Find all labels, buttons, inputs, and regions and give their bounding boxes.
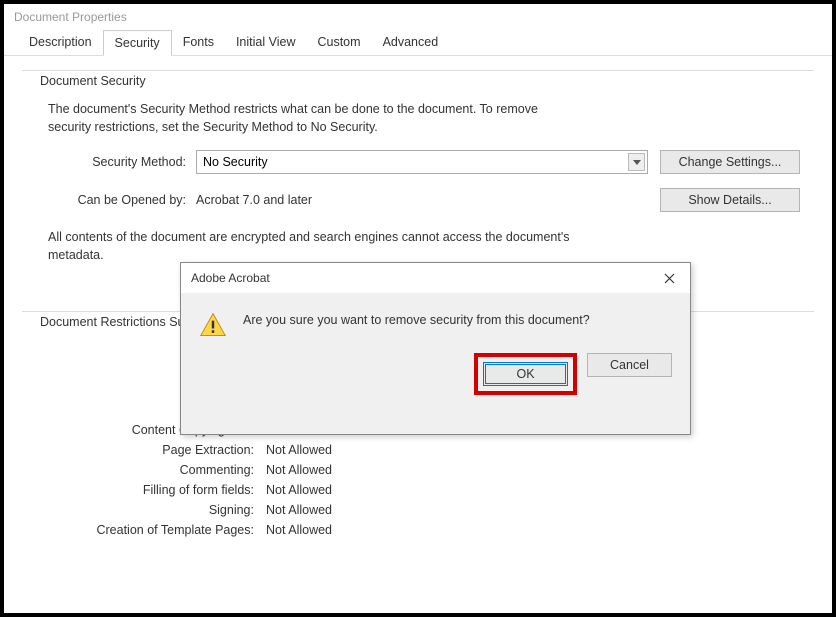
tab-custom[interactable]: Custom xyxy=(306,30,371,55)
tab-description[interactable]: Description xyxy=(18,30,103,55)
window-frame: Document Properties Description Security… xyxy=(0,0,836,617)
dialog-title: Adobe Acrobat xyxy=(191,271,270,285)
cancel-button[interactable]: Cancel xyxy=(587,353,672,377)
close-icon[interactable] xyxy=(656,267,682,289)
security-method-label: Security Method: xyxy=(36,155,196,169)
security-method-value: No Security xyxy=(203,155,268,169)
tab-initial-view[interactable]: Initial View xyxy=(225,30,307,55)
security-description: The document's Security Method restricts… xyxy=(48,100,578,136)
opened-by-label: Can be Opened by: xyxy=(36,193,196,207)
dialog-message: Are you sure you want to remove security… xyxy=(243,313,590,339)
tab-advanced[interactable]: Advanced xyxy=(372,30,450,55)
tab-bar: Description Security Fonts Initial View … xyxy=(4,30,832,56)
perm-row: Commenting:Not Allowed xyxy=(36,463,800,477)
security-legend: Document Security xyxy=(36,74,150,88)
chevron-down-icon xyxy=(628,153,645,171)
window-title: Document Properties xyxy=(4,4,832,26)
security-method-select[interactable]: No Security xyxy=(196,150,648,174)
perm-row: Signing:Not Allowed xyxy=(36,503,800,517)
show-details-button[interactable]: Show Details... xyxy=(660,188,800,212)
perm-row: Filling of form fields:Not Allowed xyxy=(36,483,800,497)
tab-security[interactable]: Security xyxy=(103,30,172,56)
encryption-note: All contents of the document are encrypt… xyxy=(48,228,578,264)
opened-by-value: Acrobat 7.0 and later xyxy=(196,193,312,207)
ok-button[interactable]: OK xyxy=(483,362,568,386)
tab-fonts[interactable]: Fonts xyxy=(172,30,225,55)
warning-icon xyxy=(199,311,227,339)
change-settings-button[interactable]: Change Settings... xyxy=(660,150,800,174)
perm-row: Page Extraction:Not Allowed xyxy=(36,443,800,457)
security-fieldset: Document Security The document's Securit… xyxy=(22,62,814,281)
confirm-dialog: Adobe Acrobat Are you sure you want to r… xyxy=(180,262,691,435)
highlight-box: OK xyxy=(474,353,577,395)
perm-row: Creation of Template Pages:Not Allowed xyxy=(36,523,800,537)
